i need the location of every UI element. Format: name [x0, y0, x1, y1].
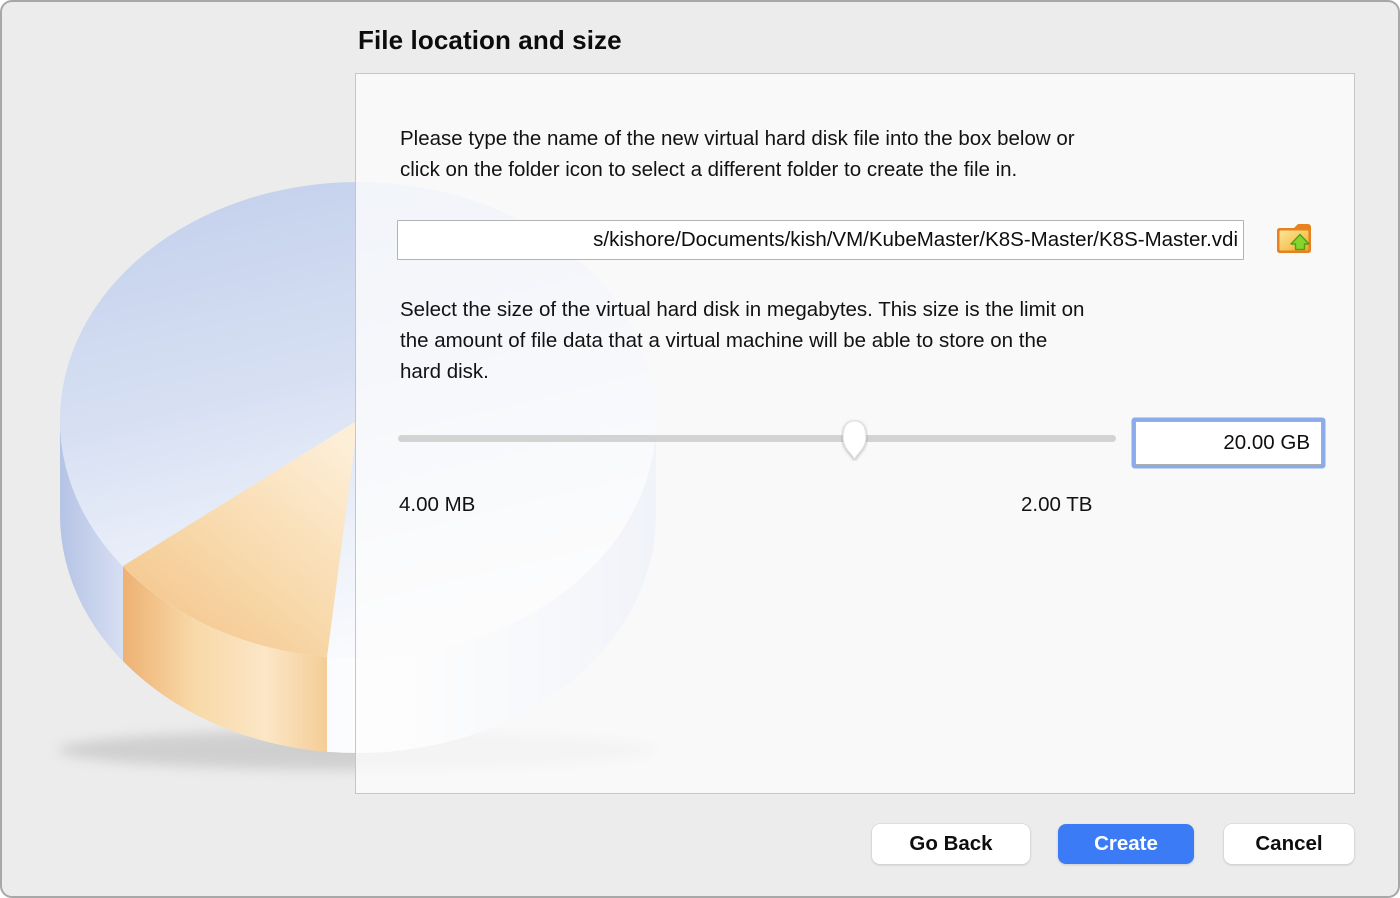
cancel-button[interactable]: Cancel	[1224, 824, 1354, 864]
disk-size-instructions: Select the size of the virtual hard disk…	[400, 294, 1325, 387]
page-title: File location and size	[358, 25, 622, 56]
disk-size-input[interactable]	[1135, 421, 1322, 465]
create-button[interactable]: Create	[1058, 824, 1194, 864]
instruction-line: hard disk.	[400, 356, 1325, 387]
file-location-instructions: Please type the name of the new virtual …	[400, 123, 1325, 185]
file-location-size-dialog: File location and size Please type the n…	[0, 0, 1400, 898]
slider-max-label: 2.00 TB	[1021, 493, 1092, 517]
disk-size-slider-track[interactable]	[398, 435, 1116, 442]
disk-size-slider-thumb[interactable]	[841, 419, 868, 461]
folder-up-arrow-icon	[1275, 221, 1313, 258]
choose-folder-button[interactable]	[1275, 221, 1313, 258]
instruction-line: Select the size of the virtual hard disk…	[400, 294, 1325, 325]
go-back-button[interactable]: Go Back	[872, 824, 1030, 864]
file-path-input[interactable]	[397, 220, 1244, 260]
instruction-line: Please type the name of the new virtual …	[400, 123, 1325, 154]
instruction-line: click on the folder icon to select a dif…	[400, 154, 1325, 185]
settings-panel: Please type the name of the new virtual …	[355, 73, 1355, 794]
slider-min-label: 4.00 MB	[399, 493, 475, 517]
instruction-line: the amount of file data that a virtual m…	[400, 325, 1325, 356]
